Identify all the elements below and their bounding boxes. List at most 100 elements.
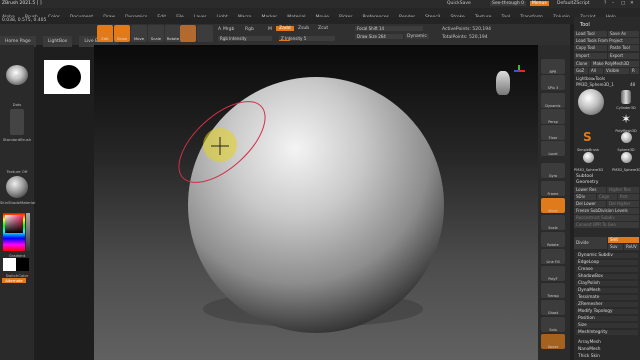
paste-tool-button[interactable]: Paste Tool	[608, 45, 639, 51]
save-as-button[interactable]: Save As	[608, 31, 639, 37]
move-view-button[interactable]: Move	[541, 198, 565, 213]
zsub-toggle[interactable]: Zsub	[298, 26, 309, 31]
stroke-dots-icon[interactable]	[3, 92, 31, 102]
quicksave-button[interactable]: QuickSave	[447, 1, 471, 6]
subtool-cylinder[interactable]: Cylinder3D	[616, 87, 636, 110]
subtool-section[interactable]: Subtool	[576, 174, 593, 179]
reconstruct-subdiv-button[interactable]: Reconstruct Subdiv	[574, 215, 639, 221]
scale-view-button[interactable]: Scale	[541, 215, 565, 230]
spix-button[interactable]: SPix 3	[541, 75, 565, 90]
draw-button[interactable]: Draw	[114, 25, 130, 42]
document-canvas[interactable]	[94, 45, 538, 360]
main-color-swatch[interactable]	[3, 258, 16, 271]
zcut-toggle[interactable]: Zcut	[318, 26, 328, 31]
zadd-toggle[interactable]: Zadd	[276, 26, 294, 31]
export-button[interactable]: Export	[608, 53, 639, 59]
clone-button[interactable]: Clone	[574, 61, 590, 67]
goz-button[interactable]: GoZ	[574, 68, 588, 74]
color-picker-icon[interactable]	[197, 25, 213, 42]
del-lower-button[interactable]: Del Lower	[574, 201, 606, 207]
color-picker-square[interactable]	[5, 215, 23, 233]
navigation-gizmo-head-icon[interactable]	[496, 71, 510, 95]
tab-lightbox[interactable]: LightBox	[42, 36, 73, 47]
mrgb-toggle[interactable]: Mrgb	[223, 27, 234, 32]
minimize-icon[interactable]: –	[612, 1, 614, 6]
make-polymesh-button[interactable]: Make PolyMesh3D	[591, 61, 639, 67]
gyro-button[interactable]: Gyro	[541, 163, 565, 178]
edgeloop-item[interactable]: EdgeLoop	[576, 260, 638, 266]
move-button[interactable]: Move	[131, 25, 147, 42]
dynamic-size-toggle[interactable]: Dynamic	[405, 34, 429, 39]
rgb-intensity-slider[interactable]: Rgb Intensity	[218, 36, 272, 41]
divide-button[interactable]: Divide	[574, 237, 607, 249]
persp-button[interactable]: Persp	[541, 109, 565, 124]
zremesher-item[interactable]: ZRemesher	[576, 302, 638, 308]
r-button[interactable]: R	[630, 68, 639, 74]
alpha-preview[interactable]	[44, 60, 90, 94]
higher-res-button[interactable]: Higher Res	[607, 187, 639, 193]
polyf-button[interactable]: PolyF	[541, 266, 565, 281]
subtool-simplebrush[interactable]: S SimpleBrush	[577, 129, 599, 152]
material-swatch-icon[interactable]	[180, 25, 196, 42]
shadowbox-item[interactable]: ShadowBox	[576, 274, 638, 280]
load-tool-button[interactable]: Load Tool	[574, 31, 607, 37]
load-tools-from-project-button[interactable]: Load Tools From Project	[574, 38, 639, 44]
goz-visible-button[interactable]: Visible	[604, 68, 629, 74]
smt-toggle[interactable]: Smt	[608, 237, 639, 243]
freeze-subdivision-button[interactable]: Freeze SubDivision Levels	[574, 208, 639, 214]
transp-button[interactable]: Transp	[541, 283, 565, 298]
a-toggle[interactable]: A	[218, 27, 221, 32]
modify-topology-item[interactable]: Modify Topology	[576, 309, 638, 315]
z-intensity-slider[interactable]: Z Intensity 5	[279, 36, 335, 41]
scale-button[interactable]: Scale	[148, 25, 164, 42]
suv-toggle[interactable]: Suv	[608, 244, 623, 250]
copy-tool-button[interactable]: Copy Tool	[574, 45, 607, 51]
m-toggle[interactable]: M	[268, 27, 272, 32]
dynamic-persp-button[interactable]: Dynamic	[541, 93, 565, 108]
focal-shift-slider[interactable]: Focal Shift 14	[355, 26, 423, 31]
convert-bpr-button[interactable]: Convert BPR To Geo	[574, 222, 639, 228]
subtool-sphere3d[interactable]: Sphere3D	[616, 129, 636, 152]
del-higher-button[interactable]: Del Higher	[607, 201, 639, 207]
import-button[interactable]: Import	[574, 53, 607, 59]
thick-skin-item[interactable]: Thick Skin	[576, 354, 638, 360]
rotate-view-button[interactable]: Rotate	[541, 232, 565, 247]
bpr-button[interactable]: BPR	[541, 59, 565, 74]
sdiv-slider[interactable]: SDiv	[574, 194, 596, 200]
maximize-icon[interactable]: □	[621, 1, 625, 6]
frame-button[interactable]: Frame	[541, 181, 565, 196]
menus-toggle[interactable]: Menus	[530, 1, 549, 6]
dynamic-subdiv-item[interactable]: Dynamic Subdiv	[576, 253, 638, 259]
sphere-mesh[interactable]	[188, 77, 444, 333]
crease-item[interactable]: Crease	[576, 267, 638, 273]
xpose-button[interactable]: Xpose	[541, 334, 565, 349]
dynamesh-item[interactable]: DynaMesh	[576, 288, 638, 294]
meshintegrity-item[interactable]: MeshIntegrity	[576, 330, 638, 336]
solo-button[interactable]: Solo	[541, 317, 565, 332]
secondary-color-swatch[interactable]	[16, 258, 29, 271]
lower-res-button[interactable]: Lower Res	[574, 187, 606, 193]
rgb-toggle[interactable]: Rgb	[245, 27, 254, 32]
geometry-section[interactable]: Geometry	[576, 180, 598, 185]
nanomesh-item[interactable]: NanoMesh	[576, 347, 638, 353]
goz-all-button[interactable]: All	[589, 68, 603, 74]
color-value-slider[interactable]	[26, 213, 30, 251]
gizmo-axes-icon[interactable]	[514, 65, 525, 75]
ghost-button[interactable]: Ghost	[541, 300, 565, 315]
claypolish-item[interactable]: ClayPolish	[576, 281, 638, 287]
line-fill-button[interactable]: Line Fill	[541, 249, 565, 264]
position-item[interactable]: Position	[576, 316, 638, 322]
subtool-pm3d-sphere-1[interactable]: PM3D_Sphere3D_1	[612, 149, 640, 172]
alternate-button[interactable]: Alternate	[2, 278, 26, 283]
cage-button[interactable]: Cage	[597, 194, 617, 200]
rotate-button[interactable]: Rotate	[165, 25, 181, 42]
floor-button[interactable]: Floor	[541, 125, 565, 140]
arraymesh-item[interactable]: ArrayMesh	[576, 340, 638, 346]
local-button[interactable]: Local	[541, 141, 565, 156]
default-zscript-button[interactable]: DefaultZScript	[557, 1, 590, 6]
active-tool-thumbnail-icon[interactable]	[578, 89, 604, 115]
subtool-pm3d-sphere[interactable]: PM3D_Sphere3D	[574, 149, 603, 172]
size-item[interactable]: Size	[576, 323, 638, 329]
close-icon[interactable]: ✕	[630, 1, 634, 6]
material-sphere-icon[interactable]	[6, 176, 28, 198]
